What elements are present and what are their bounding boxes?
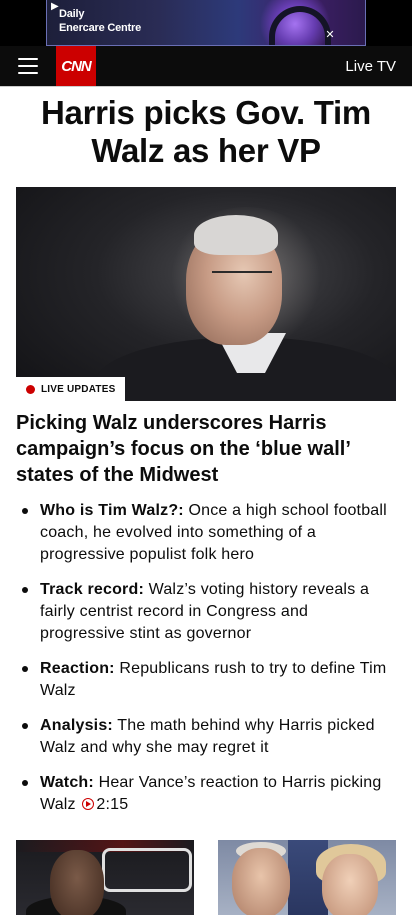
list-item[interactable]: Reaction: Republicans rush to try to def… bbox=[16, 658, 396, 702]
list-item[interactable]: Watch: Hear Vance’s reaction to Harris p… bbox=[16, 772, 396, 816]
top-nav: CNN Live TV bbox=[0, 46, 412, 87]
bullet-lead: Track record: bbox=[40, 581, 144, 598]
logo-text: CNN bbox=[61, 57, 91, 75]
story-bullets: Who is Tim Walz?: Once a high school foo… bbox=[16, 500, 396, 829]
close-icon[interactable]: ✕ bbox=[323, 28, 337, 42]
cnn-logo-graphic bbox=[102, 848, 192, 892]
ad-line-1: Daily bbox=[59, 8, 85, 20]
ad-banner[interactable]: ▶ Daily Enercare Centre ✕ bbox=[46, 0, 366, 46]
bullet-lead: Watch: bbox=[40, 774, 94, 791]
live-updates-badge: LIVE UPDATES bbox=[16, 377, 126, 401]
bullet-lead: Who is Tim Walz?: bbox=[40, 502, 184, 519]
live-dot-icon bbox=[26, 384, 35, 394]
ad-text: Daily Enercare Centre bbox=[59, 7, 141, 35]
list-item[interactable]: Analysis: The math behind why Harris pic… bbox=[16, 715, 396, 759]
cnn-logo[interactable]: CNN bbox=[56, 46, 96, 86]
list-item[interactable]: Track record: Walz’s voting history reve… bbox=[16, 579, 396, 645]
page-headline[interactable]: Harris picks Gov. Tim Walz as her VP bbox=[16, 94, 396, 170]
ad-line-2: Enercare Centre bbox=[59, 22, 141, 34]
header-divider bbox=[0, 86, 412, 87]
hero-image[interactable] bbox=[16, 187, 396, 401]
bullet-lead: Reaction: bbox=[40, 660, 115, 677]
bullet-icon bbox=[22, 780, 28, 786]
bullet-icon bbox=[22, 723, 28, 729]
live-tv-link[interactable]: Live TV bbox=[345, 58, 396, 76]
badge-label: LIVE UPDATES bbox=[41, 383, 116, 395]
bullet-icon bbox=[22, 666, 28, 672]
video-thumbnail-commentator[interactable] bbox=[16, 840, 194, 915]
hamburger-menu-icon[interactable] bbox=[18, 58, 38, 74]
bullet-lead: Analysis: bbox=[40, 717, 113, 734]
ad-banner-area: ▶ Daily Enercare Centre ✕ bbox=[0, 0, 412, 46]
story-subhead[interactable]: Picking Walz underscores Harris campaign… bbox=[16, 410, 396, 488]
play-circle-icon bbox=[82, 798, 95, 810]
photo-thumbnail-walz[interactable] bbox=[218, 840, 396, 915]
bullet-icon bbox=[22, 508, 28, 514]
video-duration: 2:15 bbox=[96, 796, 129, 813]
bullet-icon bbox=[22, 587, 28, 593]
list-item[interactable]: Who is Tim Walz?: Once a high school foo… bbox=[16, 500, 396, 566]
